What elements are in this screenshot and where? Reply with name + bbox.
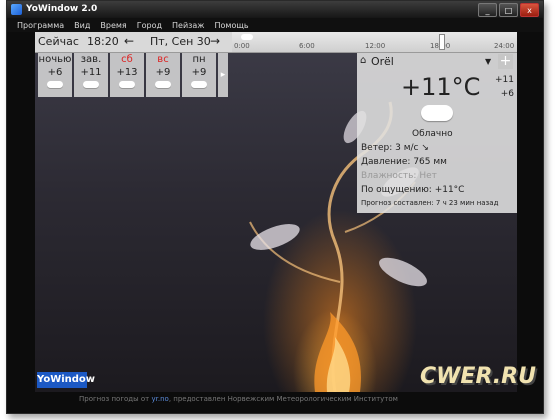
- cloud-icon: [191, 81, 207, 88]
- menu-bar: Программа Вид Время Город Пейзаж Помощь: [7, 18, 543, 32]
- time-bar: Сейчас 18:20 ← Пт, Сен 30 → 0:00 6:00 12…: [35, 32, 517, 53]
- forecast-issued-text: Прогноз составлен: 7 ч 23 мин назад: [361, 199, 499, 207]
- forecast-day-name: сб: [121, 54, 133, 65]
- forecast-day-temp: +13: [116, 67, 138, 78]
- forecast-more-arrow[interactable]: ▸: [218, 53, 228, 97]
- forecast-day-temp: +9: [191, 67, 207, 78]
- forecast-day[interactable]: сб +13: [110, 53, 144, 97]
- humidity-value: Нет: [419, 171, 437, 181]
- forecast-source-text: Прогноз погоды от yr.no, предоставлен Но…: [79, 395, 398, 403]
- maximize-button[interactable]: □: [499, 3, 518, 17]
- forecast-day-name: пн: [192, 54, 206, 65]
- timeline-label: 12:00: [365, 42, 386, 50]
- forecast-day-name: зав.: [80, 54, 102, 65]
- forecast-day[interactable]: вс +9: [146, 53, 180, 97]
- menu-time[interactable]: Время: [100, 21, 126, 30]
- feels-like-label: По ощущению:: [361, 185, 432, 195]
- city-name[interactable]: Orël: [371, 55, 394, 68]
- close-button[interactable]: x: [520, 3, 539, 17]
- window-title: YoWindow 2.0: [26, 4, 98, 14]
- forecast-strip: ночью +6 зав. +11 сб +13 вс +9 пн +9 ▸: [38, 53, 228, 97]
- forecast-day-temp: +9: [155, 67, 171, 78]
- cloud-icon: [47, 81, 63, 88]
- forecast-day[interactable]: ночью +6: [38, 53, 72, 97]
- menu-help[interactable]: Помощь: [215, 21, 249, 30]
- forecast-day[interactable]: пн +9: [182, 53, 216, 97]
- feels-like-row: По ощущению: +11°C: [361, 185, 464, 195]
- wind-row: Ветер: 3 м/с ↘: [361, 143, 429, 153]
- current-temperature: +11°C: [401, 73, 481, 101]
- minimize-button[interactable]: _: [478, 3, 497, 17]
- temp-low: +6: [500, 89, 514, 99]
- chevron-down-icon[interactable]: ▼: [485, 57, 491, 66]
- pressure-row: Давление: 765 мм: [361, 157, 447, 167]
- forecast-day[interactable]: зав. +11: [74, 53, 108, 97]
- status-bar: Прогноз погоды от yr.no, предоставлен Но…: [7, 392, 543, 412]
- menu-program[interactable]: Программа: [17, 21, 64, 30]
- app-window: YoWindow 2.0 _ □ x Программа Вид Время Г…: [6, 0, 544, 414]
- timeline-cloud-icon: [241, 34, 253, 40]
- now-button[interactable]: Сейчас: [38, 35, 79, 48]
- rain-cloud-icon: [155, 81, 171, 88]
- rain-cloud-icon: [119, 81, 135, 88]
- source-suffix: , предоставлен Норвежским Метеорологичес…: [168, 395, 398, 403]
- next-day-arrow[interactable]: →: [210, 34, 220, 48]
- yowindow-logo[interactable]: YoWindow: [37, 372, 95, 388]
- prev-day-arrow[interactable]: ←: [124, 34, 134, 48]
- weather-view: Сейчас 18:20 ← Пт, Сен 30 → 0:00 6:00 12…: [35, 32, 517, 392]
- watermark-logo: CWER.RU: [420, 364, 536, 389]
- wind-label: Ветер:: [361, 143, 393, 153]
- humidity-row: Влажность: Нет: [361, 171, 437, 181]
- pressure-value: 765 мм: [413, 157, 447, 167]
- humidity-label: Влажность:: [361, 171, 417, 181]
- home-icon[interactable]: ⌂: [360, 55, 366, 66]
- pressure-label: Давление:: [361, 157, 411, 167]
- timeline-slider[interactable]: 0:00 6:00 12:00 18:00 24:00: [232, 32, 517, 52]
- forecast-day-name: ночью: [38, 54, 72, 65]
- current-weather-panel: ⌂ Orël ▼ + +11°C +11 +6 Облачно Ветер: 3…: [357, 53, 517, 213]
- source-prefix: Прогноз погоды от: [79, 395, 150, 403]
- title-bar[interactable]: YoWindow 2.0 _ □ x: [7, 1, 543, 18]
- feels-like-value: +11°C: [434, 185, 465, 195]
- condition-text: Облачно: [412, 129, 453, 139]
- forecast-day-temp: +11: [80, 67, 102, 78]
- current-date: Пт, Сен 30: [150, 35, 211, 48]
- app-icon: [11, 4, 22, 15]
- source-link[interactable]: yr.no: [151, 395, 168, 403]
- timeline-label: 24:00: [494, 42, 515, 50]
- forecast-day-name: вс: [157, 54, 169, 65]
- timeline-label: 0:00: [234, 42, 250, 50]
- timeline-handle[interactable]: [439, 34, 445, 50]
- timeline-label: 6:00: [299, 42, 315, 50]
- menu-view[interactable]: Вид: [74, 21, 90, 30]
- current-time: 18:20: [87, 35, 119, 48]
- menu-city[interactable]: Город: [137, 21, 162, 30]
- temp-high: +11: [495, 75, 514, 85]
- menu-landscape[interactable]: Пейзаж: [172, 21, 205, 30]
- cloud-icon: [83, 81, 99, 88]
- add-city-button[interactable]: +: [498, 54, 513, 69]
- forecast-day-temp: +6: [47, 67, 63, 78]
- wind-value: 3 м/с ↘: [395, 143, 429, 153]
- cloud-icon: [421, 105, 453, 121]
